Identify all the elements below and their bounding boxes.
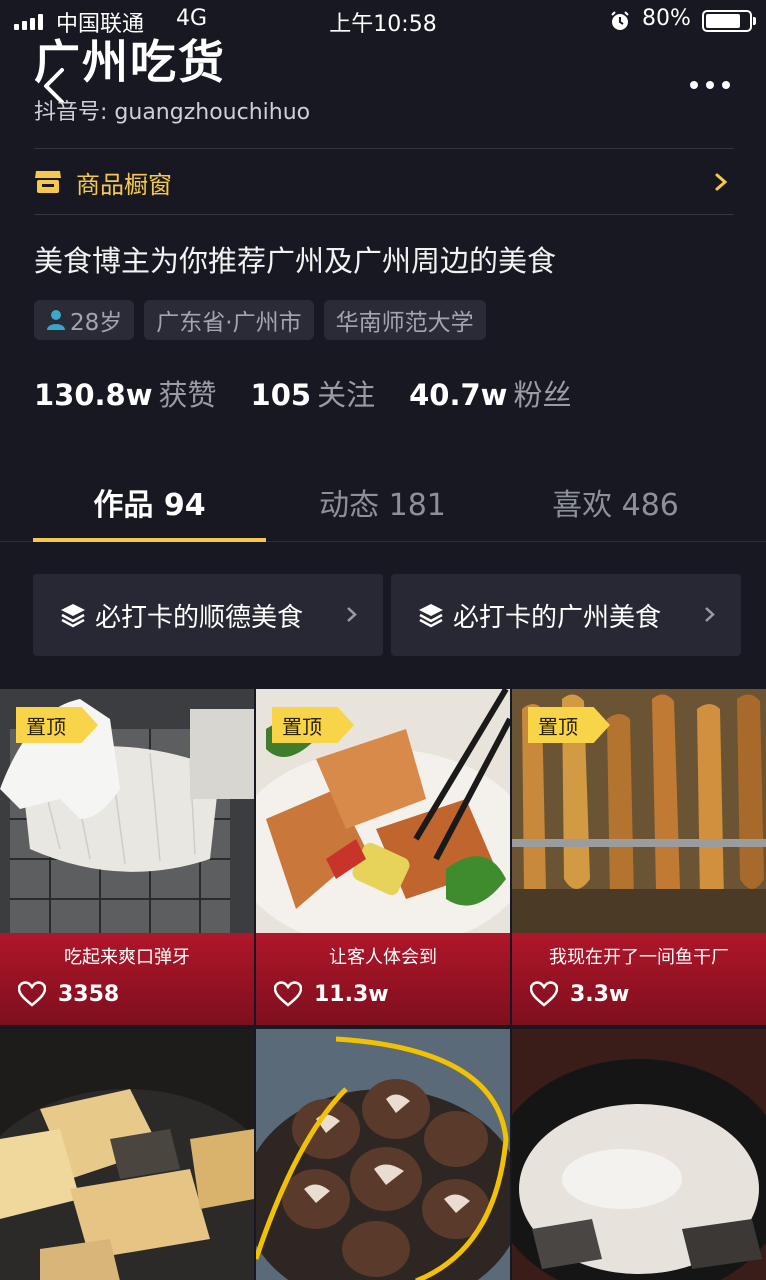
video-tile-4[interactable] <box>0 1029 254 1280</box>
likes-count: 3358 <box>58 981 120 1007</box>
video-thumbnail <box>256 1029 510 1280</box>
heart-icon <box>530 981 558 1007</box>
collection-label: 必打卡的广州美食 <box>453 602 662 633</box>
product-showcase-row[interactable]: 商品橱窗 <box>34 150 734 214</box>
video-tile-rice-noodles[interactable]: 置顶 吃起来爽口弹牙 3358 <box>0 689 254 1025</box>
heart-icon <box>18 981 46 1007</box>
collection-guangzhou[interactable]: 必打卡的广州美食 <box>391 574 741 656</box>
video-likes: 3358 <box>18 981 119 1007</box>
video-caption: 我现在开了一间鱼干厂 <box>549 947 729 968</box>
tab-works[interactable]: 作品 94 <box>33 480 266 524</box>
pinned-badge: 置顶 <box>528 707 610 743</box>
location-label: 广东省·广州市 <box>156 310 302 336</box>
layers-icon <box>61 604 85 628</box>
video-caption: 让客人体会到 <box>329 947 437 968</box>
content-tabs: 作品 94 动态 181 喜欢 486 <box>0 462 766 542</box>
age-label: 28岁 <box>70 310 123 336</box>
following-count[interactable]: 105 <box>251 378 312 412</box>
battery-icon <box>702 10 756 32</box>
age-tag: 28岁 <box>34 300 135 340</box>
tab-activity[interactable]: 动态 181 <box>266 480 499 524</box>
collection-shunde[interactable]: 必打卡的顺德美食 <box>33 574 383 656</box>
douyin-id: 抖音号: guangzhouchihuo <box>34 100 311 125</box>
alarm-icon <box>611 11 629 30</box>
followers-count[interactable]: 40.7w <box>409 378 507 412</box>
following-label[interactable]: 关注 <box>317 372 375 414</box>
divider <box>34 148 734 149</box>
video-tile-5[interactable] <box>256 1029 510 1280</box>
chevron-right-icon <box>715 173 728 191</box>
likes-count: 3.3w <box>570 981 630 1007</box>
divider <box>34 214 734 215</box>
video-tile-6[interactable] <box>512 1029 766 1280</box>
likes-count: 11.3w <box>314 981 389 1007</box>
shop-icon <box>35 171 61 193</box>
likes-count: 130.8w <box>34 378 153 412</box>
chevron-right-icon <box>705 607 715 622</box>
video-tile-stir-fry[interactable]: 置顶 让客人体会到 11.3w <box>256 689 510 1025</box>
video-tile-dried-fish[interactable]: 置顶 我现在开了一间鱼干厂 3.3w <box>512 689 766 1025</box>
tab-likes[interactable]: 喜欢 486 <box>499 480 732 524</box>
followers-label[interactable]: 粉丝 <box>513 372 571 414</box>
video-thumbnail <box>0 1029 254 1280</box>
heart-icon <box>274 981 302 1007</box>
collection-label: 必打卡的顺德美食 <box>95 602 304 633</box>
profile-stats: 130.8w 获赞 105 关注 40.7w 粉丝 <box>34 372 605 414</box>
person-icon <box>47 310 65 330</box>
school-label: 华南师范大学 <box>335 310 474 336</box>
bio: 美食博主为你推荐广州及广州周边的美食 <box>34 244 557 278</box>
school-tag: 华南师范大学 <box>323 300 486 340</box>
battery-percent: 80% <box>642 6 691 31</box>
video-likes: 11.3w <box>274 981 389 1007</box>
video-likes: 3.3w <box>530 981 629 1007</box>
likes-label: 获赞 <box>158 378 217 412</box>
active-tab-indicator <box>33 538 266 542</box>
battery-level <box>706 14 740 28</box>
pinned-badge: 置顶 <box>16 707 98 743</box>
showcase-label: 商品橱窗 <box>76 170 172 199</box>
more-icon[interactable] <box>690 78 730 92</box>
profile-tags: 28岁 广东省·广州市 华南师范大学 <box>34 300 486 340</box>
video-thumbnail <box>512 1029 766 1280</box>
pinned-badge: 置顶 <box>272 707 354 743</box>
location-tag: 广东省·广州市 <box>144 300 314 340</box>
chevron-right-icon <box>347 607 357 622</box>
layers-icon <box>419 604 443 628</box>
video-caption: 吃起来爽口弹牙 <box>64 947 190 968</box>
